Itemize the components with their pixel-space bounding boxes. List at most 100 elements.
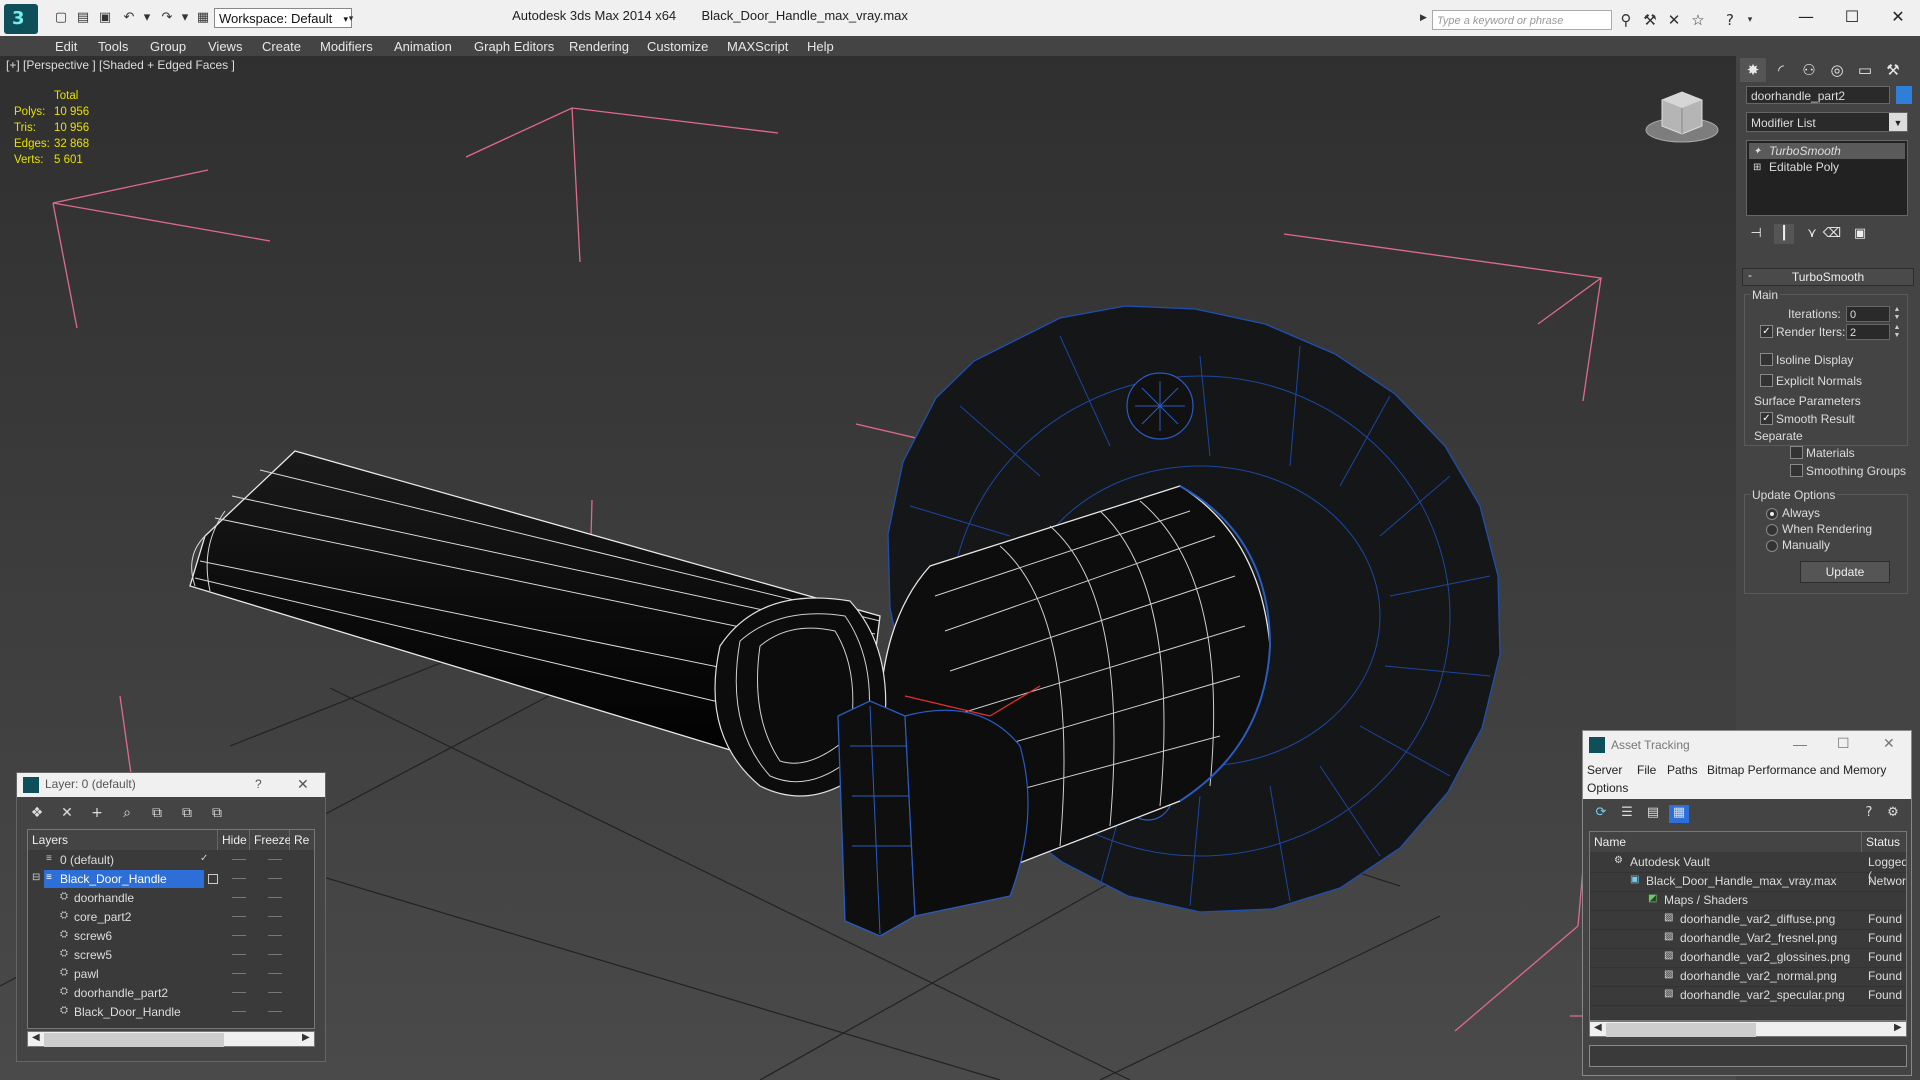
- utilities-tab-icon[interactable]: ⚒: [1880, 58, 1906, 82]
- render-iters-spinner[interactable]: 2: [1846, 324, 1890, 340]
- binoculars-icon[interactable]: ⚲: [1616, 10, 1636, 30]
- column-header-name[interactable]: Name: [1590, 832, 1862, 852]
- scroll-thumb[interactable]: [44, 1033, 224, 1047]
- isoline-display-checkbox[interactable]: [1760, 353, 1773, 366]
- pin-stack-icon[interactable]: ⊣: [1746, 224, 1766, 244]
- layer-horizontal-scrollbar[interactable]: ◀ ▶: [27, 1031, 315, 1047]
- freeze-toggle[interactable]: [268, 916, 282, 917]
- minimize-button[interactable]: —: [1793, 736, 1807, 752]
- display-tab-icon[interactable]: ▭: [1852, 58, 1878, 82]
- create-layer-icon[interactable]: ❖: [27, 805, 47, 823]
- collapse-icon[interactable]: ⊟: [32, 872, 40, 883]
- communication-center-icon[interactable]: ✕: [1664, 10, 1684, 30]
- stack-item-editable-poly[interactable]: ⊞ Editable Poly: [1749, 159, 1905, 175]
- object-row[interactable]: ⛭ doorhandle_part2: [28, 984, 314, 1003]
- menu-paths[interactable]: Paths: [1667, 763, 1698, 777]
- expand-plus-icon[interactable]: ⊞: [1753, 160, 1761, 176]
- asset-horizontal-scrollbar[interactable]: ◀ ▶: [1589, 1021, 1907, 1037]
- list-view-icon[interactable]: ☰: [1617, 805, 1637, 823]
- search-input[interactable]: Type a keyword or phrase: [1432, 10, 1612, 30]
- lightbulb-icon[interactable]: ✦: [1753, 144, 1761, 160]
- refresh-icon[interactable]: ⟳: [1591, 805, 1611, 823]
- menu-graph-editors[interactable]: Graph Editors: [474, 39, 554, 54]
- freeze-toggle[interactable]: [268, 1011, 282, 1012]
- freeze-toggle[interactable]: [268, 859, 282, 860]
- scroll-right-icon[interactable]: ▶: [1894, 1022, 1902, 1033]
- current-layer-box-icon[interactable]: [208, 874, 218, 884]
- column-header-hide[interactable]: Hide: [218, 830, 250, 850]
- menu-bitmap-performance[interactable]: Bitmap Performance and Memory: [1707, 763, 1886, 777]
- hide-toggle[interactable]: [232, 935, 246, 936]
- menu-tools[interactable]: Tools: [98, 39, 128, 54]
- highlight-layer-icon[interactable]: ⧉: [147, 805, 167, 823]
- close-button[interactable]: ✕: [297, 776, 309, 793]
- scroll-left-icon[interactable]: ◀: [32, 1032, 40, 1043]
- freeze-toggle[interactable]: [268, 878, 282, 879]
- freeze-toggle[interactable]: [268, 954, 282, 955]
- materials-checkbox[interactable]: [1790, 446, 1803, 459]
- iterations-spinner[interactable]: 0: [1846, 306, 1890, 322]
- menu-modifiers[interactable]: Modifiers: [320, 39, 373, 54]
- hide-toggle[interactable]: [232, 859, 246, 860]
- maximize-button[interactable]: ☐: [1837, 735, 1850, 752]
- freeze-toggle[interactable]: [268, 897, 282, 898]
- collapse-icon[interactable]: -: [1748, 268, 1752, 282]
- menu-options[interactable]: Options: [1587, 781, 1628, 795]
- menu-create[interactable]: Create: [262, 39, 301, 54]
- asset-row[interactable]: ▧ doorhandle_var2_normal.png Found: [1590, 967, 1906, 987]
- configure-modifier-sets-icon[interactable]: ▣: [1850, 224, 1870, 244]
- modifier-list-dropdown[interactable]: Modifier List ▼: [1746, 112, 1908, 132]
- select-objects-icon[interactable]: ⌕: [117, 805, 137, 823]
- object-name-field[interactable]: doorhandle_part2: [1746, 86, 1890, 104]
- when-rendering-radio[interactable]: [1766, 524, 1778, 536]
- hide-all-layers-icon[interactable]: ⧉: [177, 805, 197, 823]
- menu-edit[interactable]: Edit: [55, 39, 77, 54]
- column-header-layers[interactable]: Layers: [28, 830, 218, 850]
- menu-views[interactable]: Views: [208, 39, 242, 54]
- show-end-result-icon[interactable]: ┃: [1774, 224, 1794, 244]
- spinner-arrows-icon[interactable]: ▲ ▼: [1892, 306, 1902, 322]
- stack-item-turbosmooth[interactable]: ✦ TurboSmooth: [1749, 143, 1905, 159]
- scroll-left-icon[interactable]: ◀: [1594, 1022, 1602, 1033]
- object-color-swatch[interactable]: [1896, 86, 1912, 104]
- hide-toggle[interactable]: [232, 897, 246, 898]
- layer-row[interactable]: ≡ 0 (default) ✓: [28, 851, 314, 870]
- help-icon[interactable]: ?: [1859, 805, 1879, 823]
- table-view-icon[interactable]: ▦: [1669, 805, 1689, 823]
- close-button[interactable]: ✕: [1878, 4, 1918, 30]
- asset-row[interactable]: ▣ Black_Door_Handle_max_vray.max Network: [1590, 872, 1906, 892]
- detail-view-icon[interactable]: ▤: [1643, 805, 1663, 823]
- hide-toggle[interactable]: [232, 973, 246, 974]
- freeze-toggle[interactable]: [268, 935, 282, 936]
- object-row[interactable]: ⛭ core_part2: [28, 908, 314, 927]
- object-row[interactable]: ⛭ screw5: [28, 946, 314, 965]
- menu-customize[interactable]: Customize: [647, 39, 708, 54]
- asset-row[interactable]: ▧ doorhandle_var2_diffuse.png Found: [1590, 910, 1906, 930]
- explicit-normals-checkbox[interactable]: [1760, 374, 1773, 387]
- turbosmooth-rollout-title[interactable]: TurboSmooth: [1742, 268, 1914, 286]
- hide-toggle[interactable]: [232, 1011, 246, 1012]
- delete-layer-icon[interactable]: ✕: [57, 805, 77, 823]
- asset-path-field[interactable]: [1589, 1045, 1907, 1067]
- scroll-thumb[interactable]: [1606, 1023, 1756, 1037]
- hide-toggle[interactable]: [232, 878, 246, 879]
- layer-window-titlebar[interactable]: Layer: 0 (default) ? ✕: [17, 773, 325, 797]
- maximize-button[interactable]: ☐: [1832, 4, 1872, 30]
- active-layer-check-icon[interactable]: ✓: [200, 853, 208, 864]
- subscription-icon[interactable]: ⚒: [1640, 10, 1660, 30]
- column-header-render[interactable]: Re: [290, 830, 314, 850]
- always-radio[interactable]: [1766, 508, 1778, 520]
- object-row[interactable]: ⛭ doorhandle: [28, 889, 314, 908]
- asset-row[interactable]: ⚙ Autodesk Vault Logged (: [1590, 853, 1906, 883]
- freeze-all-layers-icon[interactable]: ⧉: [207, 805, 227, 823]
- menu-maxscript[interactable]: MAXScript: [727, 39, 788, 54]
- layer-row-selected[interactable]: ⊟ ≡ Black_Door_Handle: [28, 870, 314, 889]
- modify-tab-icon[interactable]: ◜: [1768, 58, 1794, 82]
- favorites-star-icon[interactable]: ☆: [1688, 10, 1708, 30]
- render-iters-checkbox[interactable]: ✓: [1760, 325, 1773, 338]
- object-row[interactable]: ⛭ Black_Door_Handle: [28, 1003, 314, 1022]
- menu-group[interactable]: Group: [150, 39, 186, 54]
- column-header-status[interactable]: Status: [1862, 832, 1906, 852]
- asset-row[interactable]: ◩ Maps / Shaders: [1590, 891, 1906, 911]
- asset-window-titlebar[interactable]: Asset Tracking — ☐ ✕: [1583, 731, 1911, 759]
